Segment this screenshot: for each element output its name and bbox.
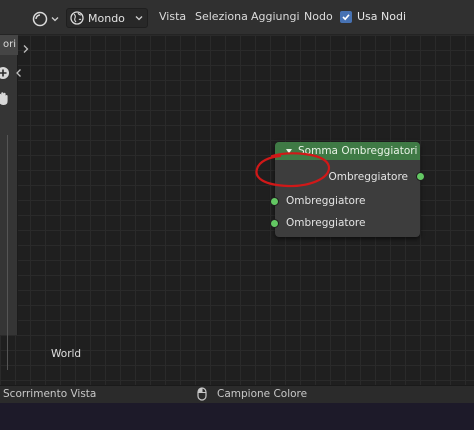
- sidebar-column: [0, 135, 8, 370]
- bottom-strip: [0, 403, 474, 430]
- mouse-icon: [197, 387, 207, 401]
- node-editor-icon: [32, 11, 48, 26]
- use-nodes-toggle[interactable]: Usa Nodi: [340, 10, 406, 23]
- menu-nodo[interactable]: Nodo: [304, 10, 333, 23]
- input-socket-2[interactable]: [270, 219, 279, 228]
- editor-type-button[interactable]: [31, 9, 61, 28]
- menu-seleziona[interactable]: Seleziona: [195, 10, 248, 23]
- world-icon: [70, 11, 84, 25]
- checkmark-icon: [342, 13, 350, 20]
- output-socket[interactable]: [416, 172, 425, 181]
- use-nodes-label: Usa Nodi: [357, 10, 407, 23]
- input-socket-1[interactable]: [270, 197, 279, 206]
- world-dropdown[interactable]: Mondo: [66, 8, 148, 28]
- hand-icon[interactable]: [0, 91, 10, 107]
- menu-vista[interactable]: Vista: [159, 10, 186, 23]
- status-bar: Scorrimento Vista Campione Colore: [0, 385, 474, 403]
- menu-aggiungi[interactable]: Aggiungi: [251, 10, 300, 23]
- use-nodes-checkbox[interactable]: [340, 10, 352, 23]
- context-label: World: [51, 348, 82, 360]
- status-right-text: Campione Colore: [217, 388, 308, 400]
- node-editor-header: Mondo Vista Seleziona Aggiungi Nodo Usa …: [0, 0, 474, 35]
- chevron-down-icon: [51, 16, 59, 21]
- world-dropdown-label: Mondo: [88, 11, 125, 25]
- chevron-left-icon[interactable]: [15, 68, 23, 78]
- node-output-label: Ombreggiatore: [328, 171, 408, 183]
- node-input-label-2: Ombreggiatore: [286, 217, 366, 229]
- status-left-text: Scorrimento Vista: [3, 388, 97, 400]
- annotation-circle: [255, 152, 331, 188]
- plus-circle-icon[interactable]: [0, 66, 10, 80]
- chevron-right-icon[interactable]: [22, 44, 30, 54]
- chevron-down-icon: [135, 16, 143, 21]
- tool-sidebar: ori: [0, 35, 18, 370]
- sidebar-tab[interactable]: ori: [0, 35, 18, 55]
- node-input-label-1: Ombreggiatore: [286, 195, 366, 207]
